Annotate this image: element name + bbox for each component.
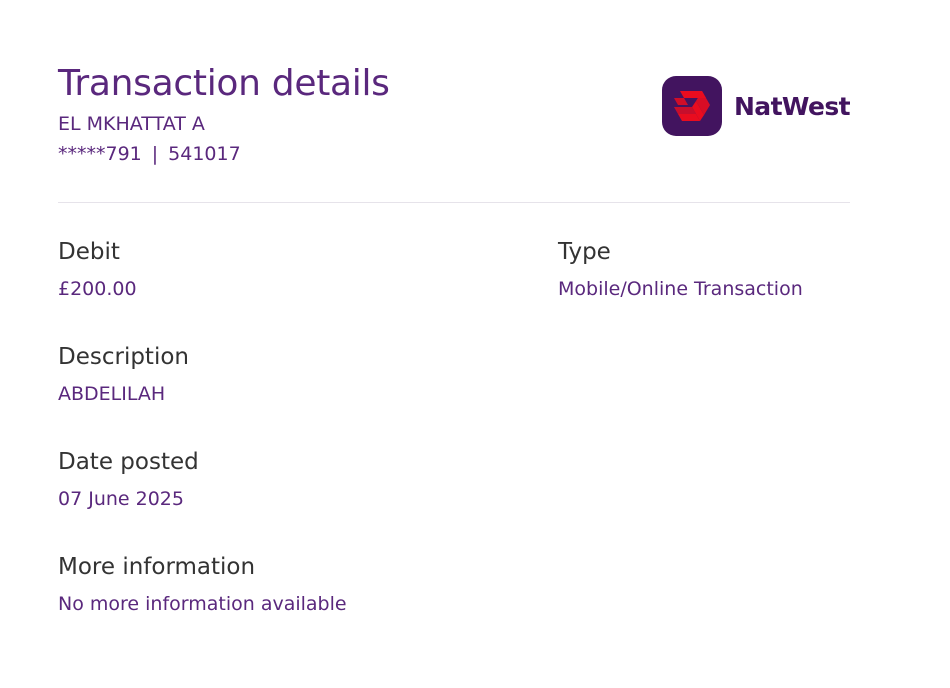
sort-code: 541017 xyxy=(168,143,241,165)
natwest-brand: NatWest xyxy=(661,76,851,136)
description-label: Description xyxy=(58,344,189,370)
account-separator: | xyxy=(151,143,159,165)
natwest-cubes-icon xyxy=(673,91,710,121)
account-identifiers: *****791 | 541017 xyxy=(58,142,850,166)
date-posted-field: Date posted 07 June 2025 xyxy=(58,448,199,511)
debit-label: Debit xyxy=(58,239,120,265)
debit-field: Debit £200.00 xyxy=(58,238,137,301)
type-field: Type Mobile/Online Transaction xyxy=(558,238,803,301)
type-label: Type xyxy=(558,239,611,265)
debit-value: £200.00 xyxy=(58,278,137,300)
page-header: Transaction details EL MKHATTAT A *****7… xyxy=(58,62,851,172)
account-number: *****791 xyxy=(58,143,142,165)
header-divider xyxy=(58,202,850,203)
type-value: Mobile/Online Transaction xyxy=(558,278,803,300)
date-posted-label: Date posted xyxy=(58,449,199,475)
transaction-details-page: Transaction details EL MKHATTAT A *****7… xyxy=(0,0,950,688)
more-information-label: More information xyxy=(58,554,256,580)
date-posted-value: 07 June 2025 xyxy=(58,488,184,510)
description-value: ABDELILAH xyxy=(58,383,166,405)
brand-name: NatWest xyxy=(733,91,851,121)
more-information-field: More information No more information ava… xyxy=(58,553,347,616)
more-information-value: No more information available xyxy=(58,593,347,615)
description-field: Description ABDELILAH xyxy=(58,343,189,406)
natwest-logo xyxy=(661,76,722,136)
